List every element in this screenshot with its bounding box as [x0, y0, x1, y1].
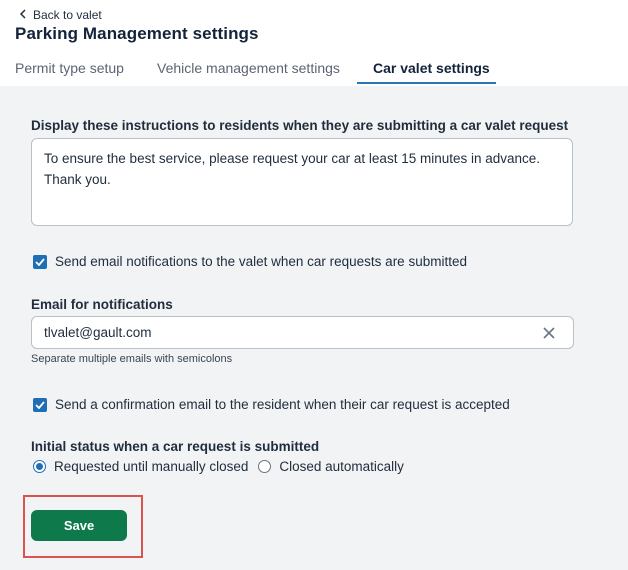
page-header: Back to valet Parking Management setting… — [0, 0, 628, 86]
radio-closed-automatically-label[interactable]: Closed automatically — [279, 459, 404, 474]
tab-vehicle-management-settings[interactable]: Vehicle management settings — [157, 54, 340, 84]
notify-valet-label: Send email notifications to the valet wh… — [55, 254, 467, 269]
check-icon — [35, 400, 45, 409]
confirm-resident-checkbox[interactable] — [33, 397, 47, 412]
active-tab-indicator — [357, 82, 496, 84]
email-input[interactable]: tlvalet@gault.com — [31, 316, 574, 349]
notify-valet-row: Send email notifications to the valet wh… — [33, 254, 467, 269]
email-input-value: tlvalet@gault.com — [44, 325, 152, 340]
clear-icon[interactable] — [539, 323, 559, 343]
radio-requested-until-closed[interactable] — [33, 460, 46, 473]
radio-requested-until-closed-label[interactable]: Requested until manually closed — [54, 459, 248, 474]
check-icon — [35, 257, 45, 266]
instructions-textarea[interactable]: To ensure the best service, please reque… — [31, 138, 573, 226]
settings-tabs: Permit type setup Vehicle management set… — [0, 54, 628, 86]
initial-status-label: Initial status when a car request is sub… — [31, 439, 320, 454]
email-label: Email for notifications — [31, 297, 173, 312]
instructions-label: Display these instructions to residents … — [31, 118, 569, 133]
notify-valet-checkbox[interactable] — [33, 254, 47, 269]
confirm-resident-label: Send a confirmation email to the residen… — [55, 397, 510, 412]
instructions-text-line-2: Thank you. — [44, 172, 111, 187]
car-valet-settings-panel: Display these instructions to residents … — [0, 86, 628, 570]
instructions-text-line-1: To ensure the best service, please reque… — [44, 151, 541, 166]
radio-closed-automatically[interactable] — [258, 460, 272, 473]
confirm-resident-row: Send a confirmation email to the residen… — [33, 397, 510, 412]
save-button[interactable]: Save — [31, 510, 127, 541]
back-link[interactable]: Back to valet — [19, 8, 102, 22]
tab-permit-type-setup[interactable]: Permit type setup — [15, 54, 124, 84]
tab-car-valet-settings[interactable]: Car valet settings — [373, 54, 490, 84]
back-link-label: Back to valet — [33, 8, 102, 22]
chevron-left-icon — [19, 9, 27, 21]
email-helper-text: Separate multiple emails with semicolons — [31, 353, 233, 365]
page-title: Parking Management settings — [15, 24, 259, 43]
initial-status-radio-group: Requested until manually closed Closed a… — [33, 459, 404, 474]
